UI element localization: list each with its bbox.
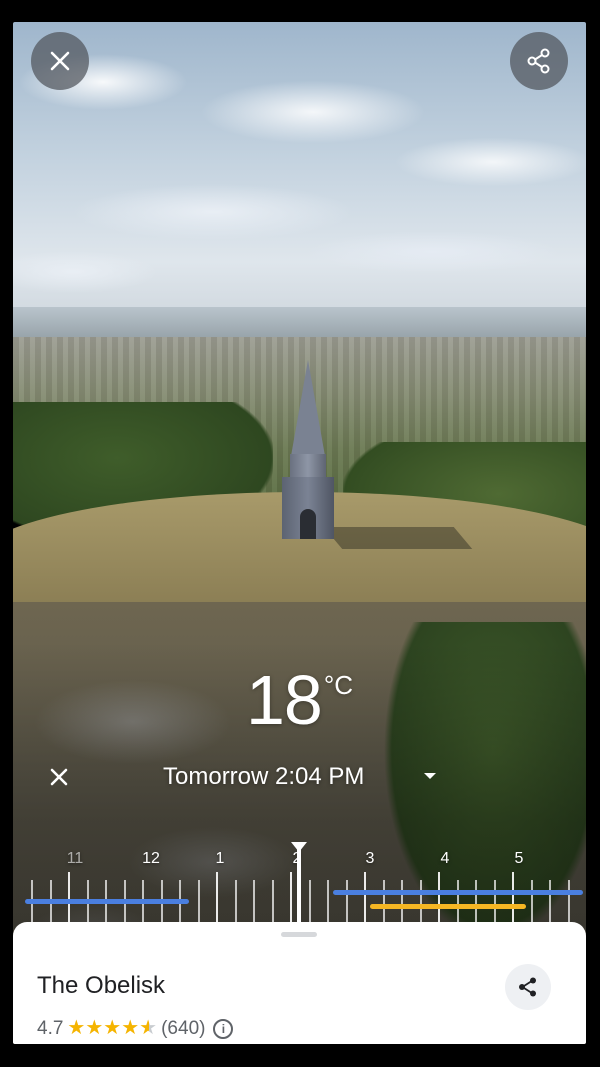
- drag-handle[interactable]: [281, 932, 317, 937]
- hour-tick: [290, 872, 292, 922]
- star-icon: ★: [67, 1017, 86, 1039]
- hour-tick: [68, 872, 70, 922]
- star-icon: ★: [85, 1017, 104, 1039]
- minor-tick: [253, 880, 255, 922]
- hour-tick: [438, 872, 440, 922]
- share-icon: [519, 977, 536, 997]
- hour-label: 12: [142, 850, 160, 867]
- star-rating: ★★★★★: [67, 1018, 157, 1040]
- minor-tick: [568, 880, 570, 922]
- time-selector: Tomorrow 2:04 PM: [13, 759, 586, 795]
- hour-label: 11: [66, 850, 84, 867]
- temperature-unit: °C: [323, 670, 354, 700]
- info-icon[interactable]: i: [213, 1019, 234, 1039]
- weather-condition-bar: [25, 899, 189, 904]
- weather-condition-bar: [333, 890, 583, 895]
- minor-tick: [235, 880, 237, 922]
- obelisk-landmark: [291, 360, 325, 456]
- hour-tick: [512, 872, 514, 922]
- chevron-down-icon[interactable]: [424, 773, 436, 779]
- place-bottom-sheet[interactable]: The Obelisk 4.7 ★★★★★ (640) i: [13, 922, 586, 1044]
- minor-tick: [327, 880, 329, 922]
- minor-tick: [383, 880, 385, 922]
- hour-tick: [216, 872, 218, 922]
- time-dropdown-label[interactable]: Tomorrow 2:04 PM: [163, 763, 364, 791]
- hour-label: 5: [514, 850, 524, 867]
- review-count[interactable]: (640): [161, 1018, 205, 1040]
- minor-tick: [457, 880, 459, 922]
- rating-value: 4.7: [37, 1018, 64, 1039]
- close-icon: [50, 51, 70, 71]
- place-title: The Obelisk: [37, 972, 166, 999]
- minor-tick: [494, 880, 496, 922]
- hour-label: 1: [215, 850, 225, 867]
- hour-label: 4: [440, 850, 450, 867]
- minor-tick: [475, 880, 477, 922]
- hour-label: 3: [365, 850, 375, 867]
- minor-tick: [198, 880, 200, 922]
- minor-tick: [272, 880, 274, 922]
- share-icon: [527, 48, 550, 74]
- minor-tick: [420, 880, 422, 922]
- minor-tick: [401, 880, 403, 922]
- time-slider[interactable]: 11 12 1 2 3 4 5: [13, 842, 586, 922]
- immersive-view-screen: 18°C Tomorrow 2:04 PM 11 12 1 2 3 4 5 Th…: [13, 22, 586, 1044]
- time-slider-handle[interactable]: [291, 842, 307, 922]
- star-icon: ★: [121, 1017, 140, 1039]
- share-button[interactable]: [510, 32, 568, 90]
- close-button[interactable]: [31, 32, 89, 90]
- hour-tick: [364, 872, 366, 922]
- close-icon: [50, 768, 68, 786]
- close-time-button[interactable]: [47, 765, 71, 789]
- temperature-display: 18°C: [13, 660, 586, 740]
- minor-tick: [309, 880, 311, 922]
- minor-tick: [346, 880, 348, 922]
- share-place-button[interactable]: [505, 964, 551, 1010]
- weather-condition-bar: [370, 904, 526, 909]
- rating-row: 4.7 ★★★★★ (640) i: [37, 1018, 234, 1040]
- minor-tick: [531, 880, 533, 922]
- minor-tick: [549, 880, 551, 922]
- temperature-value: 18: [245, 661, 323, 739]
- half-star-icon: ★: [139, 1017, 158, 1039]
- star-icon: ★: [103, 1017, 122, 1039]
